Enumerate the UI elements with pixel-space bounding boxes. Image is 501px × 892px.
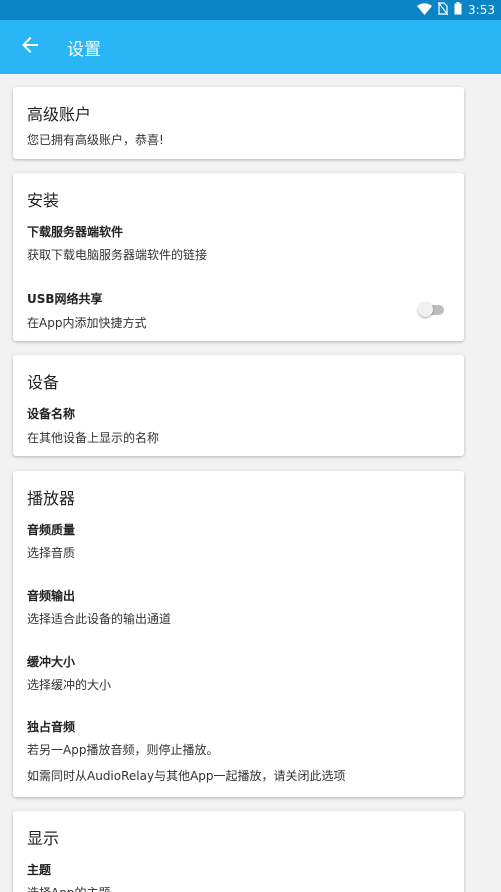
device-name-pref[interactable]: 设备名称 在其他设备上显示的名称 (13, 400, 464, 450)
audio-output-pref[interactable]: 音频输出 选择适合此设备的输出通道 (13, 582, 464, 632)
player-card: 播放器 音频质量 选择音质 音频输出 选择适合此设备的输出通道 缓冲大小 选择缓… (13, 471, 464, 797)
buffer-size-pref[interactable]: 缓冲大小 选择缓冲的大小 (13, 648, 464, 698)
audio-quality-pref[interactable]: 音频质量 选择音质 (13, 516, 464, 566)
usb-tethering-pref[interactable]: USB网络共享 在App内添加快捷方式 (13, 285, 464, 337)
display-card: 显示 主题 选择App的主题 (13, 811, 464, 892)
display-title: 显示 (27, 829, 60, 848)
audio-output-summary: 选择适合此设备的输出通道 (27, 612, 172, 626)
usb-tethering-title: USB网络共享 (27, 292, 103, 306)
usb-tethering-switch[interactable] (418, 301, 446, 317)
app-bar: 设置 (0, 20, 501, 74)
audio-output-title: 音频输出 (27, 589, 76, 603)
premium-title: 高级账户 (27, 105, 92, 124)
install-card: 安装 下载服务器端软件 获取下载电脑服务器端软件的链接 USB网络共享 在App… (13, 173, 464, 341)
switch-thumb (418, 302, 433, 317)
exclusive-audio-summary: 若另一App播放音频，则停止播放。 (27, 743, 219, 757)
no-sim-icon (437, 1, 449, 18)
exclusive-audio-pref[interactable]: 独占音频 若另一App播放音频，则停止播放。 如需同时从AudioRelay与其… (13, 713, 464, 789)
premium-card[interactable]: 高级账户 您已拥有高级账户，恭喜! (13, 87, 464, 159)
theme-summary: 选择App的主题 (27, 884, 110, 892)
usb-tethering-summary: 在App内添加快捷方式 (27, 316, 147, 330)
exclusive-audio-title: 独占音频 (27, 720, 76, 734)
back-button[interactable] (0, 20, 60, 74)
download-server-title: 下载服务器端软件 (27, 225, 124, 239)
player-title: 播放器 (27, 489, 76, 508)
exclusive-audio-note: 如需同时从AudioRelay与其他App一起播放，请关闭此选项 (27, 769, 346, 783)
device-title: 设备 (27, 373, 60, 392)
premium-summary: 您已拥有高级账户，恭喜! (27, 133, 164, 147)
download-server-summary: 获取下载电脑服务器端软件的链接 (27, 248, 208, 262)
battery-icon (454, 2, 462, 18)
audio-quality-summary: 选择音质 (27, 546, 76, 560)
download-server-pref[interactable]: 下载服务器端软件 获取下载电脑服务器端软件的链接 (13, 218, 464, 268)
buffer-size-title: 缓冲大小 (27, 655, 76, 669)
page-title: 设置 (67, 39, 101, 60)
wifi-icon (417, 2, 433, 18)
arrow-back-icon (22, 37, 38, 57)
theme-pref[interactable]: 主题 选择App的主题 (13, 856, 464, 892)
device-name-title: 设备名称 (27, 407, 76, 421)
status-bar: 3:53 (0, 0, 501, 20)
device-card: 设备 设备名称 在其他设备上显示的名称 (13, 355, 464, 456)
theme-title: 主题 (27, 863, 52, 877)
device-name-summary: 在其他设备上显示的名称 (27, 431, 160, 445)
buffer-size-summary: 选择缓冲的大小 (27, 678, 112, 692)
install-title: 安装 (27, 191, 60, 210)
settings-list[interactable]: 高级账户 您已拥有高级账户，恭喜! 安装 下载服务器端软件 获取下载电脑服务器端… (0, 74, 501, 892)
status-time: 3:53 (468, 3, 495, 17)
audio-quality-title: 音频质量 (27, 523, 76, 537)
